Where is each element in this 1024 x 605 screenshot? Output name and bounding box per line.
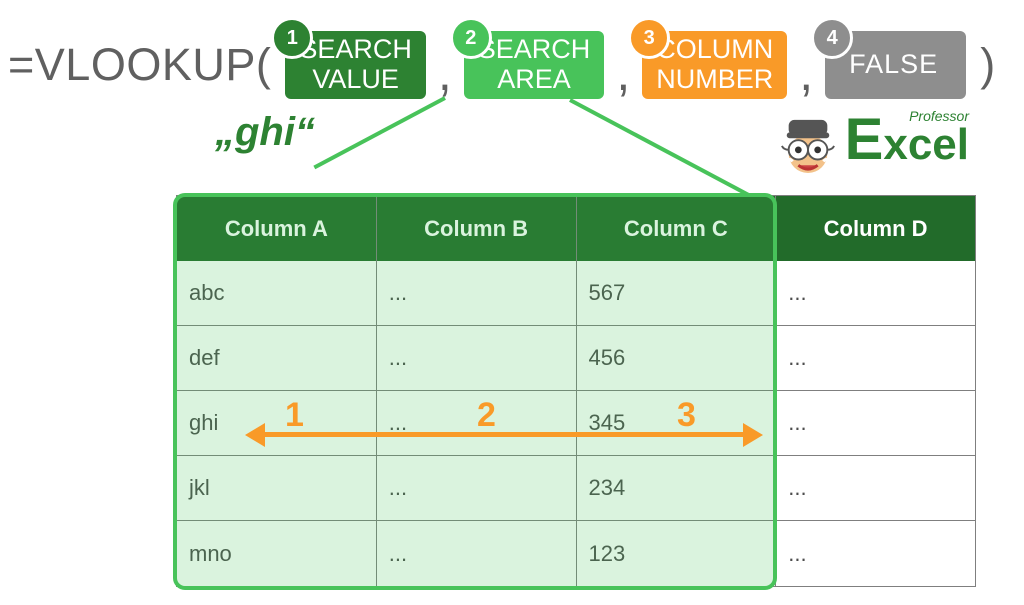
logo-text: Professor Excel (845, 123, 969, 167)
cell: 123 (577, 521, 777, 586)
vlookup-formula: =VLOOKUP( 1 SEARCH VALUE , 2 SEARCH AREA… (8, 10, 1016, 120)
arg3-line1: COLUMN (656, 35, 773, 65)
arg2-line1: SEARCH (478, 35, 591, 65)
cell: abc (177, 261, 377, 326)
logo-small: Professor (909, 109, 969, 123)
lookup-table: Column A Column B Column C Column D abc … (176, 195, 976, 587)
cell: 345 (577, 391, 777, 456)
cell: ... (776, 391, 975, 456)
comma-2: , (616, 44, 630, 102)
example-search-value: „ghi“ (215, 110, 315, 155)
table-row: abc ... 567 ... (177, 261, 975, 326)
cell: 234 (577, 456, 777, 521)
col-header-b: Column B (377, 196, 577, 261)
table-body: abc ... 567 ... def ... 456 ... ghi ... … (177, 261, 975, 586)
arg-false: 4 FALSE (825, 31, 966, 99)
cell: 456 (577, 326, 777, 391)
arg1-line2: VALUE (312, 65, 399, 95)
badge-2: 2 (450, 17, 492, 59)
cell: ghi (177, 391, 377, 456)
cell: ... (377, 456, 577, 521)
col-header-a: Column A (177, 196, 377, 261)
formula-suffix: ) (980, 39, 996, 91)
table-row: def ... 456 ... (177, 326, 975, 391)
badge-4: 4 (811, 17, 853, 59)
comma-1: , (438, 44, 452, 102)
cell: ... (377, 391, 577, 456)
table-row: ghi ... 345 ... (177, 391, 975, 456)
comma-3: , (799, 44, 813, 102)
arg3-line2: NUMBER (656, 65, 773, 95)
professor-face-icon (779, 115, 837, 175)
professor-excel-logo: Professor Excel (779, 115, 969, 175)
cell: def (177, 326, 377, 391)
cell: ... (776, 456, 975, 521)
col-header-d: Column D (776, 196, 975, 261)
cell: ... (377, 261, 577, 326)
arg-search-value: 1 SEARCH VALUE (285, 31, 426, 99)
col-header-c: Column C (577, 196, 777, 261)
table-header-row: Column A Column B Column C Column D (177, 196, 975, 261)
diagram-stage: =VLOOKUP( 1 SEARCH VALUE , 2 SEARCH AREA… (0, 0, 1024, 605)
cell: ... (377, 326, 577, 391)
cell: 567 (577, 261, 777, 326)
table-row: jkl ... 234 ... (177, 456, 975, 521)
cell: ... (776, 326, 975, 391)
arg2-line2: AREA (497, 65, 571, 95)
arg-column-number: 3 COLUMN NUMBER (642, 31, 787, 99)
formula-prefix: =VLOOKUP( (8, 39, 271, 91)
cell: jkl (177, 456, 377, 521)
arg4-line1: FALSE (849, 50, 938, 80)
badge-3: 3 (628, 17, 670, 59)
cell: mno (177, 521, 377, 586)
arg-search-area: 2 SEARCH AREA (464, 31, 605, 99)
cell: ... (776, 521, 975, 586)
table-row: mno ... 123 ... (177, 521, 975, 586)
arg1-line1: SEARCH (299, 35, 412, 65)
cell: ... (377, 521, 577, 586)
cell: ... (776, 261, 975, 326)
